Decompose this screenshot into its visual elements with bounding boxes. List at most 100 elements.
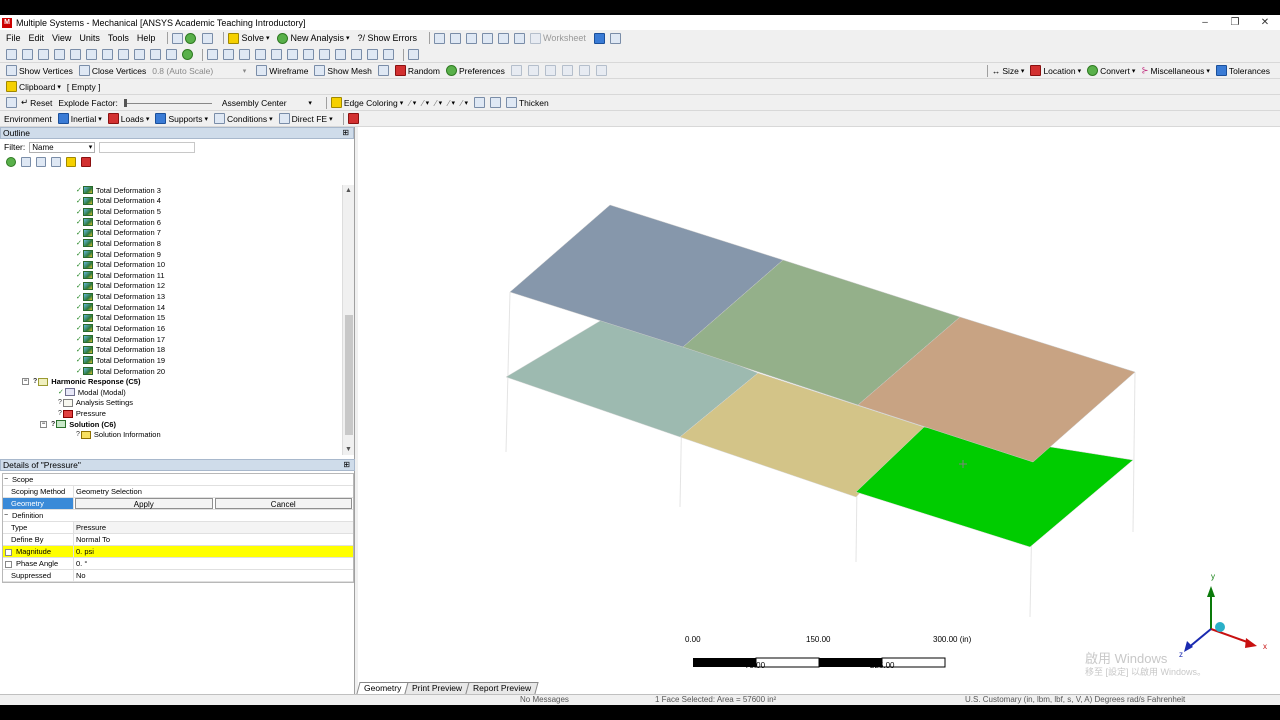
- tab-geometry[interactable]: Geometry: [356, 682, 409, 694]
- assembly-center-dropdown[interactable]: Assembly Center ▾: [222, 98, 316, 108]
- magnifier-icon[interactable]: [287, 49, 298, 60]
- edge-coloring-dropdown[interactable]: Edge Coloring: [330, 97, 403, 108]
- explode-icon[interactable]: [6, 97, 17, 108]
- mesh-select-icon[interactable]: [150, 49, 161, 60]
- solve-button[interactable]: Solve: [228, 32, 269, 44]
- detail-row[interactable]: Type Pressure: [3, 522, 353, 534]
- collapse-icon[interactable]: [21, 157, 31, 167]
- apply-button[interactable]: Apply: [75, 498, 213, 509]
- menu-tools[interactable]: Tools: [108, 33, 129, 43]
- edge-style-dropdown[interactable]: ⁄: [461, 98, 468, 108]
- tree-item-total-deformation[interactable]: ✓ Total Deformation 6: [76, 217, 161, 228]
- menu-file[interactable]: File: [6, 33, 21, 43]
- location-dropdown[interactable]: Location: [1030, 65, 1081, 76]
- annotation-icon[interactable]: [527, 65, 539, 76]
- edge-thick-icon[interactable]: [473, 97, 485, 108]
- cancel-button[interactable]: Cancel: [214, 498, 352, 509]
- tree-item-total-deformation[interactable]: ✓ Total Deformation 3: [76, 185, 161, 196]
- zoom-icon[interactable]: [239, 49, 250, 60]
- extend-icon[interactable]: [182, 49, 193, 60]
- tree-item-total-deformation[interactable]: ✓ Total Deformation 5: [76, 206, 161, 217]
- tree-item-solution-information[interactable]: ? Solution Information: [76, 429, 161, 440]
- tree-item-total-deformation[interactable]: ✓ Total Deformation 11: [76, 270, 165, 281]
- preferences-button[interactable]: Preferences: [445, 65, 505, 76]
- tree-item-total-deformation[interactable]: ✓ Total Deformation 14: [76, 302, 165, 313]
- node-icon[interactable]: [118, 49, 129, 60]
- select-vertex-icon[interactable]: [6, 49, 17, 60]
- conditions-dropdown[interactable]: Conditions: [213, 113, 273, 124]
- filter-input[interactable]: [99, 141, 196, 153]
- next-view-icon[interactable]: [335, 49, 346, 60]
- show-mesh-button[interactable]: Show Mesh: [314, 65, 372, 76]
- pin-icon[interactable]: ⊞: [343, 460, 350, 470]
- rotate-icon[interactable]: [207, 49, 218, 60]
- show-vertices-button[interactable]: Show Vertices: [6, 65, 73, 76]
- pin-icon[interactable]: ⊞: [342, 128, 349, 138]
- maximize-button[interactable]: ❐: [1220, 15, 1250, 30]
- tab-report-preview[interactable]: Report Preview: [465, 682, 540, 694]
- select-edge-icon[interactable]: [22, 49, 33, 60]
- thicken-button[interactable]: Thicken: [505, 97, 549, 108]
- menu-view[interactable]: View: [52, 33, 71, 43]
- cursor-icon[interactable]: [593, 32, 605, 44]
- tree-item-total-deformation[interactable]: ✓ Total Deformation 20: [76, 366, 165, 377]
- outline-scrollbar[interactable]: ▲ ▼: [342, 185, 354, 455]
- tree-item-total-deformation[interactable]: ✓ Total Deformation 16: [76, 323, 165, 334]
- random-colors-button[interactable]: Random: [394, 65, 440, 76]
- tree-item-total-deformation[interactable]: ✓ Total Deformation 7: [76, 228, 161, 239]
- annotation-icon[interactable]: [544, 65, 556, 76]
- annotation-icon[interactable]: [510, 65, 522, 76]
- parameter-checkbox[interactable]: [5, 548, 12, 556]
- direct-fe-dropdown[interactable]: Direct FE: [278, 113, 333, 124]
- zoom-out-icon[interactable]: [303, 49, 314, 60]
- annotation-icon[interactable]: [561, 65, 573, 76]
- collapse-toggle-icon[interactable]: −: [40, 420, 47, 428]
- edge-style-dropdown[interactable]: ⁄: [409, 98, 416, 108]
- pan-icon[interactable]: [223, 49, 234, 60]
- inertial-dropdown[interactable]: Inertial: [57, 113, 102, 124]
- box-zoom-icon[interactable]: [255, 49, 266, 60]
- tree-item-harmonic-response[interactable]: −? Harmonic Response (C5): [22, 376, 140, 387]
- select-face-icon[interactable]: [38, 49, 49, 60]
- face-icon[interactable]: [86, 49, 97, 60]
- wireframe-button[interactable]: Wireframe: [256, 65, 308, 76]
- group-definition[interactable]: Definition: [3, 510, 353, 522]
- auto-scale-dropdown[interactable]: 0.8 (Auto Scale) ▾: [152, 66, 250, 76]
- tree-item-analysis-settings[interactable]: ? Analysis Settings: [58, 398, 133, 409]
- expand-all-icon[interactable]: [6, 157, 16, 167]
- menu-help[interactable]: Help: [137, 33, 156, 43]
- tree-item-solution[interactable]: −? Solution (C6): [40, 419, 116, 430]
- table-icon[interactable]: [466, 32, 478, 44]
- tolerances-button[interactable]: Tolerances: [1215, 65, 1270, 76]
- clipboard-dropdown[interactable]: Clipboard: [6, 81, 61, 92]
- detail-row-magnitude[interactable]: Magnitude 0. psi: [3, 546, 353, 558]
- new-analysis-button[interactable]: New Analysis: [277, 32, 349, 44]
- probe-icon[interactable]: [450, 32, 462, 44]
- select-mode-icon[interactable]: [54, 49, 65, 60]
- tree-item-total-deformation[interactable]: ✓ Total Deformation 10: [76, 259, 165, 270]
- show-errors-button[interactable]: ?/ Show Errors: [358, 33, 418, 43]
- loads-dropdown[interactable]: Loads: [107, 113, 150, 124]
- zoom-fit-icon[interactable]: [271, 49, 282, 60]
- filter-type-select[interactable]: Name: [29, 141, 96, 153]
- viewport-layout-icon[interactable]: [408, 49, 419, 60]
- select-body-icon[interactable]: [70, 49, 81, 60]
- minimize-button[interactable]: ‒: [1190, 15, 1220, 30]
- detail-row-geometry[interactable]: Geometry Apply Cancel: [3, 498, 353, 510]
- scroll-down-icon[interactable]: ▼: [345, 446, 352, 453]
- group-scope[interactable]: Scope: [3, 474, 353, 486]
- tree-options-icon[interactable]: [36, 157, 46, 167]
- image-icon[interactable]: [514, 32, 526, 44]
- detail-row[interactable]: Suppressed No: [3, 570, 353, 582]
- model-view[interactable]: y x z: [358, 127, 1280, 694]
- tree-item-pressure[interactable]: ? Pressure: [58, 408, 106, 419]
- print-icon[interactable]: [383, 49, 394, 60]
- detail-row[interactable]: Phase Angle 0. °: [3, 558, 353, 570]
- tree-item-total-deformation[interactable]: ✓ Total Deformation 8: [76, 238, 161, 249]
- status-messages[interactable]: No Messages: [520, 695, 569, 705]
- tree-item-total-deformation[interactable]: ✓ Total Deformation 4: [76, 196, 161, 207]
- move-icon[interactable]: [202, 32, 214, 44]
- close-window-button[interactable]: ✕: [1250, 15, 1280, 30]
- tag-icon[interactable]: [609, 32, 621, 44]
- ruler-icon[interactable]: [367, 49, 378, 60]
